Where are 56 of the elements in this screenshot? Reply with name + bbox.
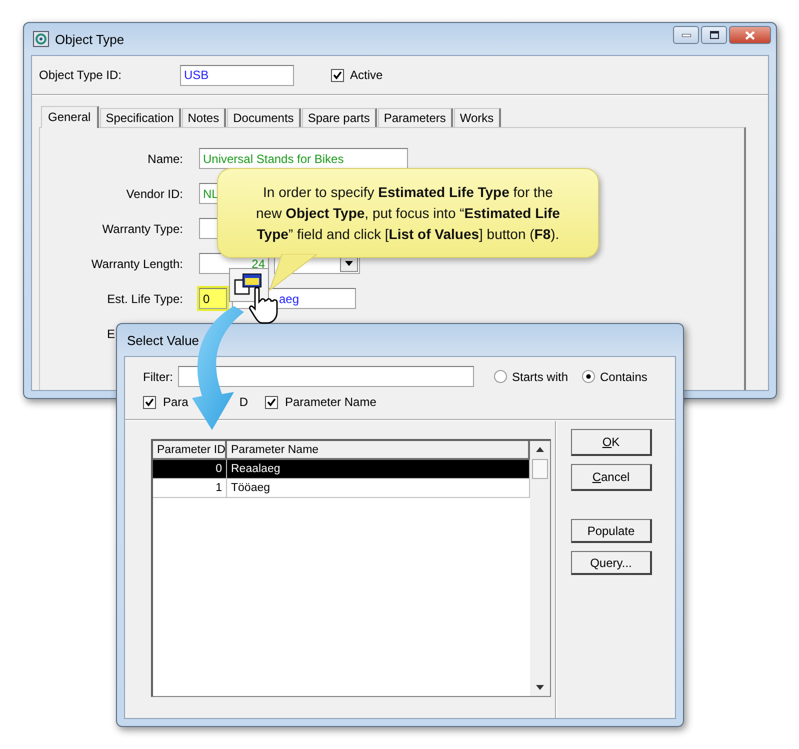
field-label: Object Type ID: [39, 68, 122, 82]
radio-label: Starts with [512, 370, 568, 384]
tab[interactable]: Parameters [378, 108, 453, 127]
text-field[interactable]: Universal Stands for Bikes [199, 148, 408, 169]
tab[interactable]: General [41, 106, 99, 128]
checkbox-label: Active [350, 68, 383, 82]
minimize-icon [682, 34, 690, 36]
radio-label: Contains [600, 370, 648, 384]
scroll-up-icon[interactable] [536, 447, 544, 452]
dialog-button[interactable]: Populate [571, 519, 652, 543]
app-icon [33, 31, 49, 47]
field-label: Est. Life Type: [106, 292, 183, 306]
scroll-down-icon[interactable] [536, 685, 544, 690]
checkbox-label: Parameter Name [285, 395, 376, 409]
close-button[interactable] [729, 26, 771, 44]
callout-text: In order to specify Estimated Life Type for the new Object Type, put focus into “Estimated Life Type” field and click [List of Values] button (F8). [256, 182, 560, 244]
checkbox-label: D [239, 395, 248, 409]
table-cell[interactable]: Tööaeg [227, 479, 530, 498]
radio-dot-icon [586, 374, 592, 379]
code-field[interactable]: 0 [199, 288, 227, 309]
dialog-button[interactable]: OK [571, 429, 652, 456]
radio-button[interactable] [494, 370, 507, 383]
tab[interactable]: Notes [182, 108, 226, 127]
tab[interactable]: Works [454, 108, 501, 127]
table-cell[interactable]: Reaalaeg [227, 460, 530, 479]
filter-field[interactable] [178, 366, 474, 387]
checkbox-label: Para [163, 395, 188, 409]
dialog-button[interactable]: Query... [571, 551, 652, 575]
dialog-title: Select Value [126, 332, 200, 348]
maximize-button[interactable] [701, 26, 727, 44]
column-header[interactable]: Parameter Name [227, 441, 530, 460]
table-cell[interactable]: 0 [153, 460, 227, 479]
close-icon [745, 30, 755, 40]
active-checkbox[interactable] [331, 68, 344, 82]
dialog-button[interactable]: Cancel [571, 464, 652, 491]
window-title: Object Type [55, 32, 126, 46]
field-label: Warranty Type: [101, 222, 183, 236]
table-cell[interactable]: 1 [153, 479, 227, 498]
column-checkbox[interactable] [265, 396, 278, 408]
object-type-id-field[interactable]: USB [180, 64, 294, 86]
scrollbar[interactable] [530, 441, 550, 696]
tab[interactable]: Specification [100, 108, 181, 127]
column-checkbox[interactable] [143, 396, 156, 408]
column-header[interactable]: Parameter ID [153, 441, 227, 460]
field-label: Warranty Length: [90, 256, 183, 270]
maximize-icon [710, 31, 718, 39]
radio-button[interactable] [582, 370, 596, 383]
filter-label: Filter: [143, 370, 174, 384]
dropdown-arrow-icon [345, 261, 353, 266]
list-of-values-icon[interactable] [229, 268, 269, 302]
field-label: Name: [146, 152, 183, 166]
minimize-button[interactable] [673, 26, 699, 44]
tab[interactable]: Spare parts [302, 108, 377, 127]
tab[interactable]: Documents [227, 108, 301, 127]
scroll-thumb[interactable] [532, 459, 548, 479]
field-label: Vendor ID: [125, 186, 183, 200]
